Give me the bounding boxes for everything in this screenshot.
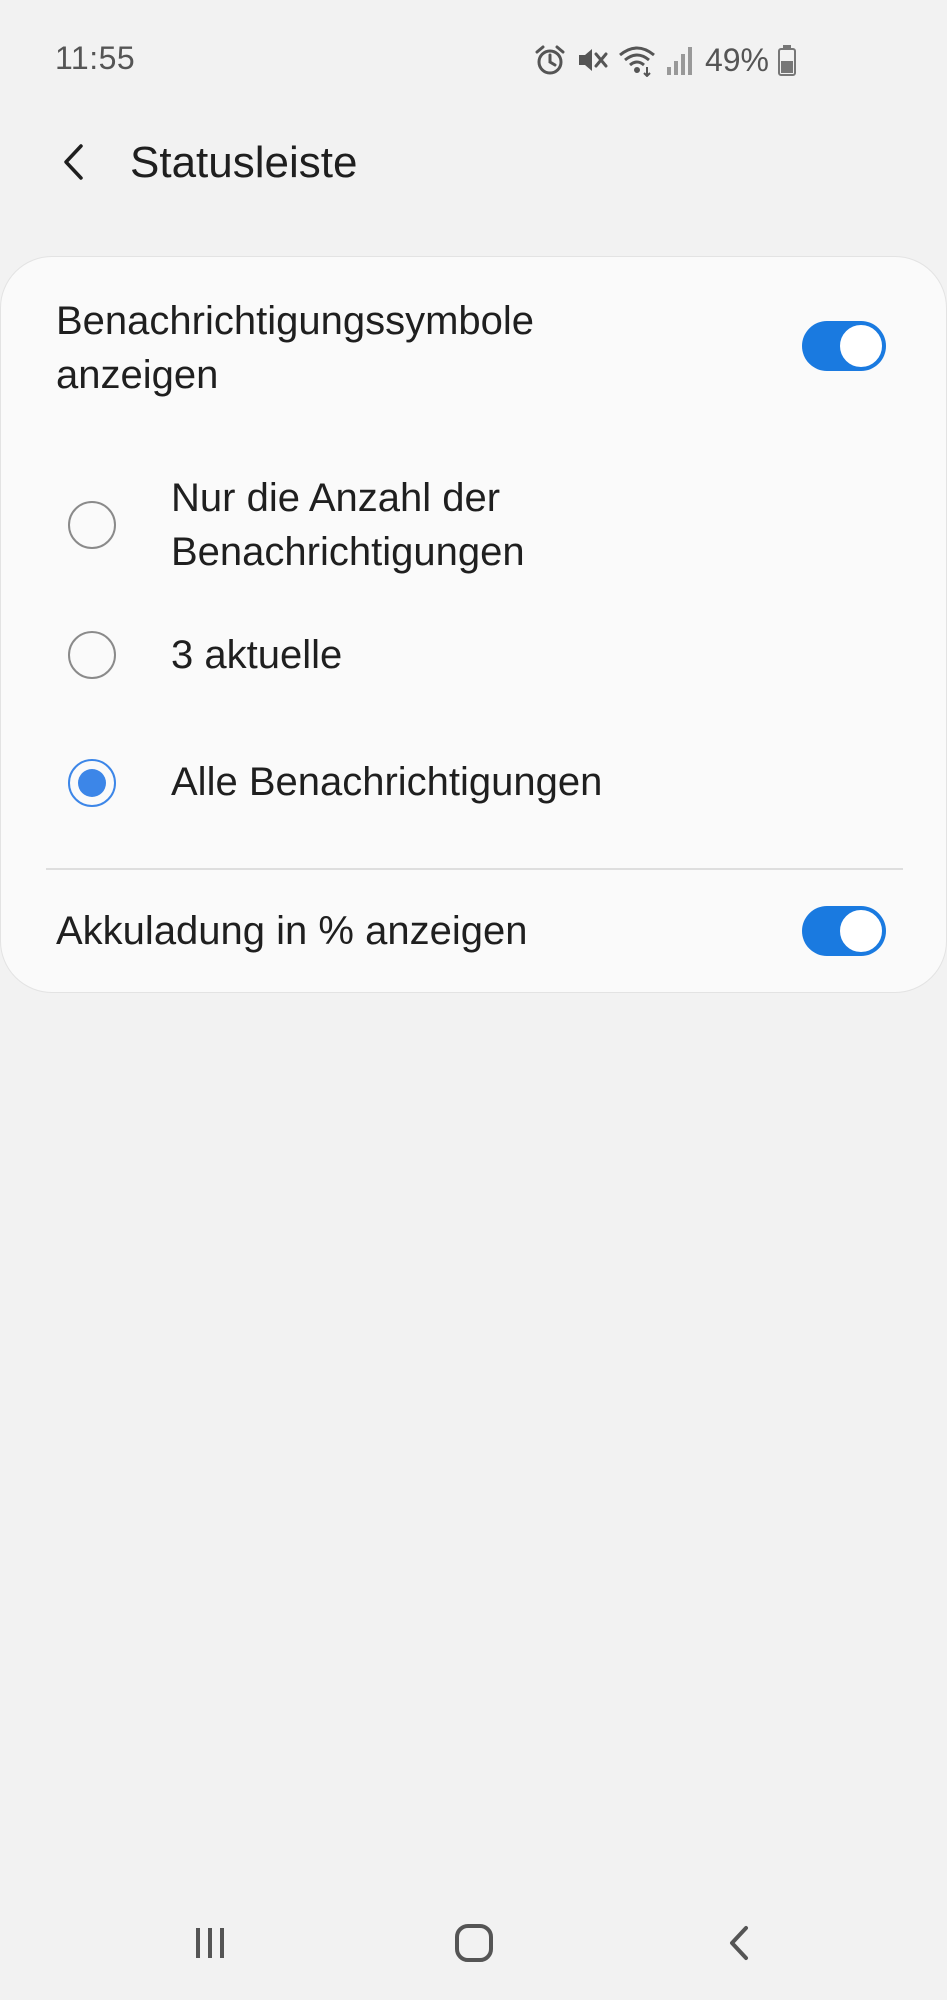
notification-icons-row[interactable]: Benachrichtigungssymbole anzeigen [1,257,947,397]
radio-all[interactable] [68,759,116,807]
page-title: Statusleiste [130,138,358,187]
status-time: 11:55 [55,40,136,76]
nav-back-button[interactable] [704,1915,774,1975]
battery-percent-switch[interactable] [802,906,886,956]
option-three-recent-label: 3 aktuelle [171,633,343,677]
chevron-left-icon [57,142,91,187]
divider [46,868,903,870]
app-header: Statusleiste [0,120,947,210]
radio-dot [78,769,106,797]
option-count-only-line1: Nur die Anzahl der [171,476,501,520]
navigation-bar [0,1895,947,2000]
switch-knob [838,908,884,954]
recent-apps-button[interactable] [175,1915,245,1975]
notification-icons-label-line2: anzeigen [56,353,219,397]
battery-percent-label: Akkuladung in % anzeigen [56,909,528,953]
alarm-icon [533,43,567,77]
option-three-recent[interactable]: 3 aktuelle [1,607,947,707]
battery-icon [777,43,797,77]
option-count-only-line2: Benachrichtigungen [171,530,525,574]
option-count-only[interactable]: Nur die Anzahl der Benachrichtigungen [1,457,947,587]
home-button[interactable] [439,1915,509,1975]
battery-percent: 49% [704,41,769,78]
home-icon [453,1922,495,1969]
notification-icons-label-line1: Benachrichtigungssymbole [56,299,535,343]
notification-icons-label: Benachrichtigungssymbole anzeigen [56,294,534,402]
back-icon [722,1923,756,1968]
battery-percent-row[interactable]: Akkuladung in % anzeigen [1,871,947,991]
switch-knob [838,323,884,369]
mute-icon [575,43,609,77]
settings-card: Benachrichtigungssymbole anzeigen Nur di… [0,256,947,993]
option-all[interactable]: Alle Benachrichtigungen [1,735,947,835]
wifi-icon [617,43,657,77]
back-button[interactable] [48,138,100,190]
signal-icon [665,43,695,77]
radio-three-recent[interactable] [68,631,116,679]
recent-apps-icon [190,1923,230,1968]
radio-count-only[interactable] [68,501,116,549]
status-bar: 11:55 49% [0,0,947,120]
option-count-only-label: Nur die Anzahl der Benachrichtigungen [171,471,525,579]
status-icons: 49% [533,40,797,80]
option-all-label: Alle Benachrichtigungen [171,760,603,804]
notification-icons-switch[interactable] [802,321,886,371]
